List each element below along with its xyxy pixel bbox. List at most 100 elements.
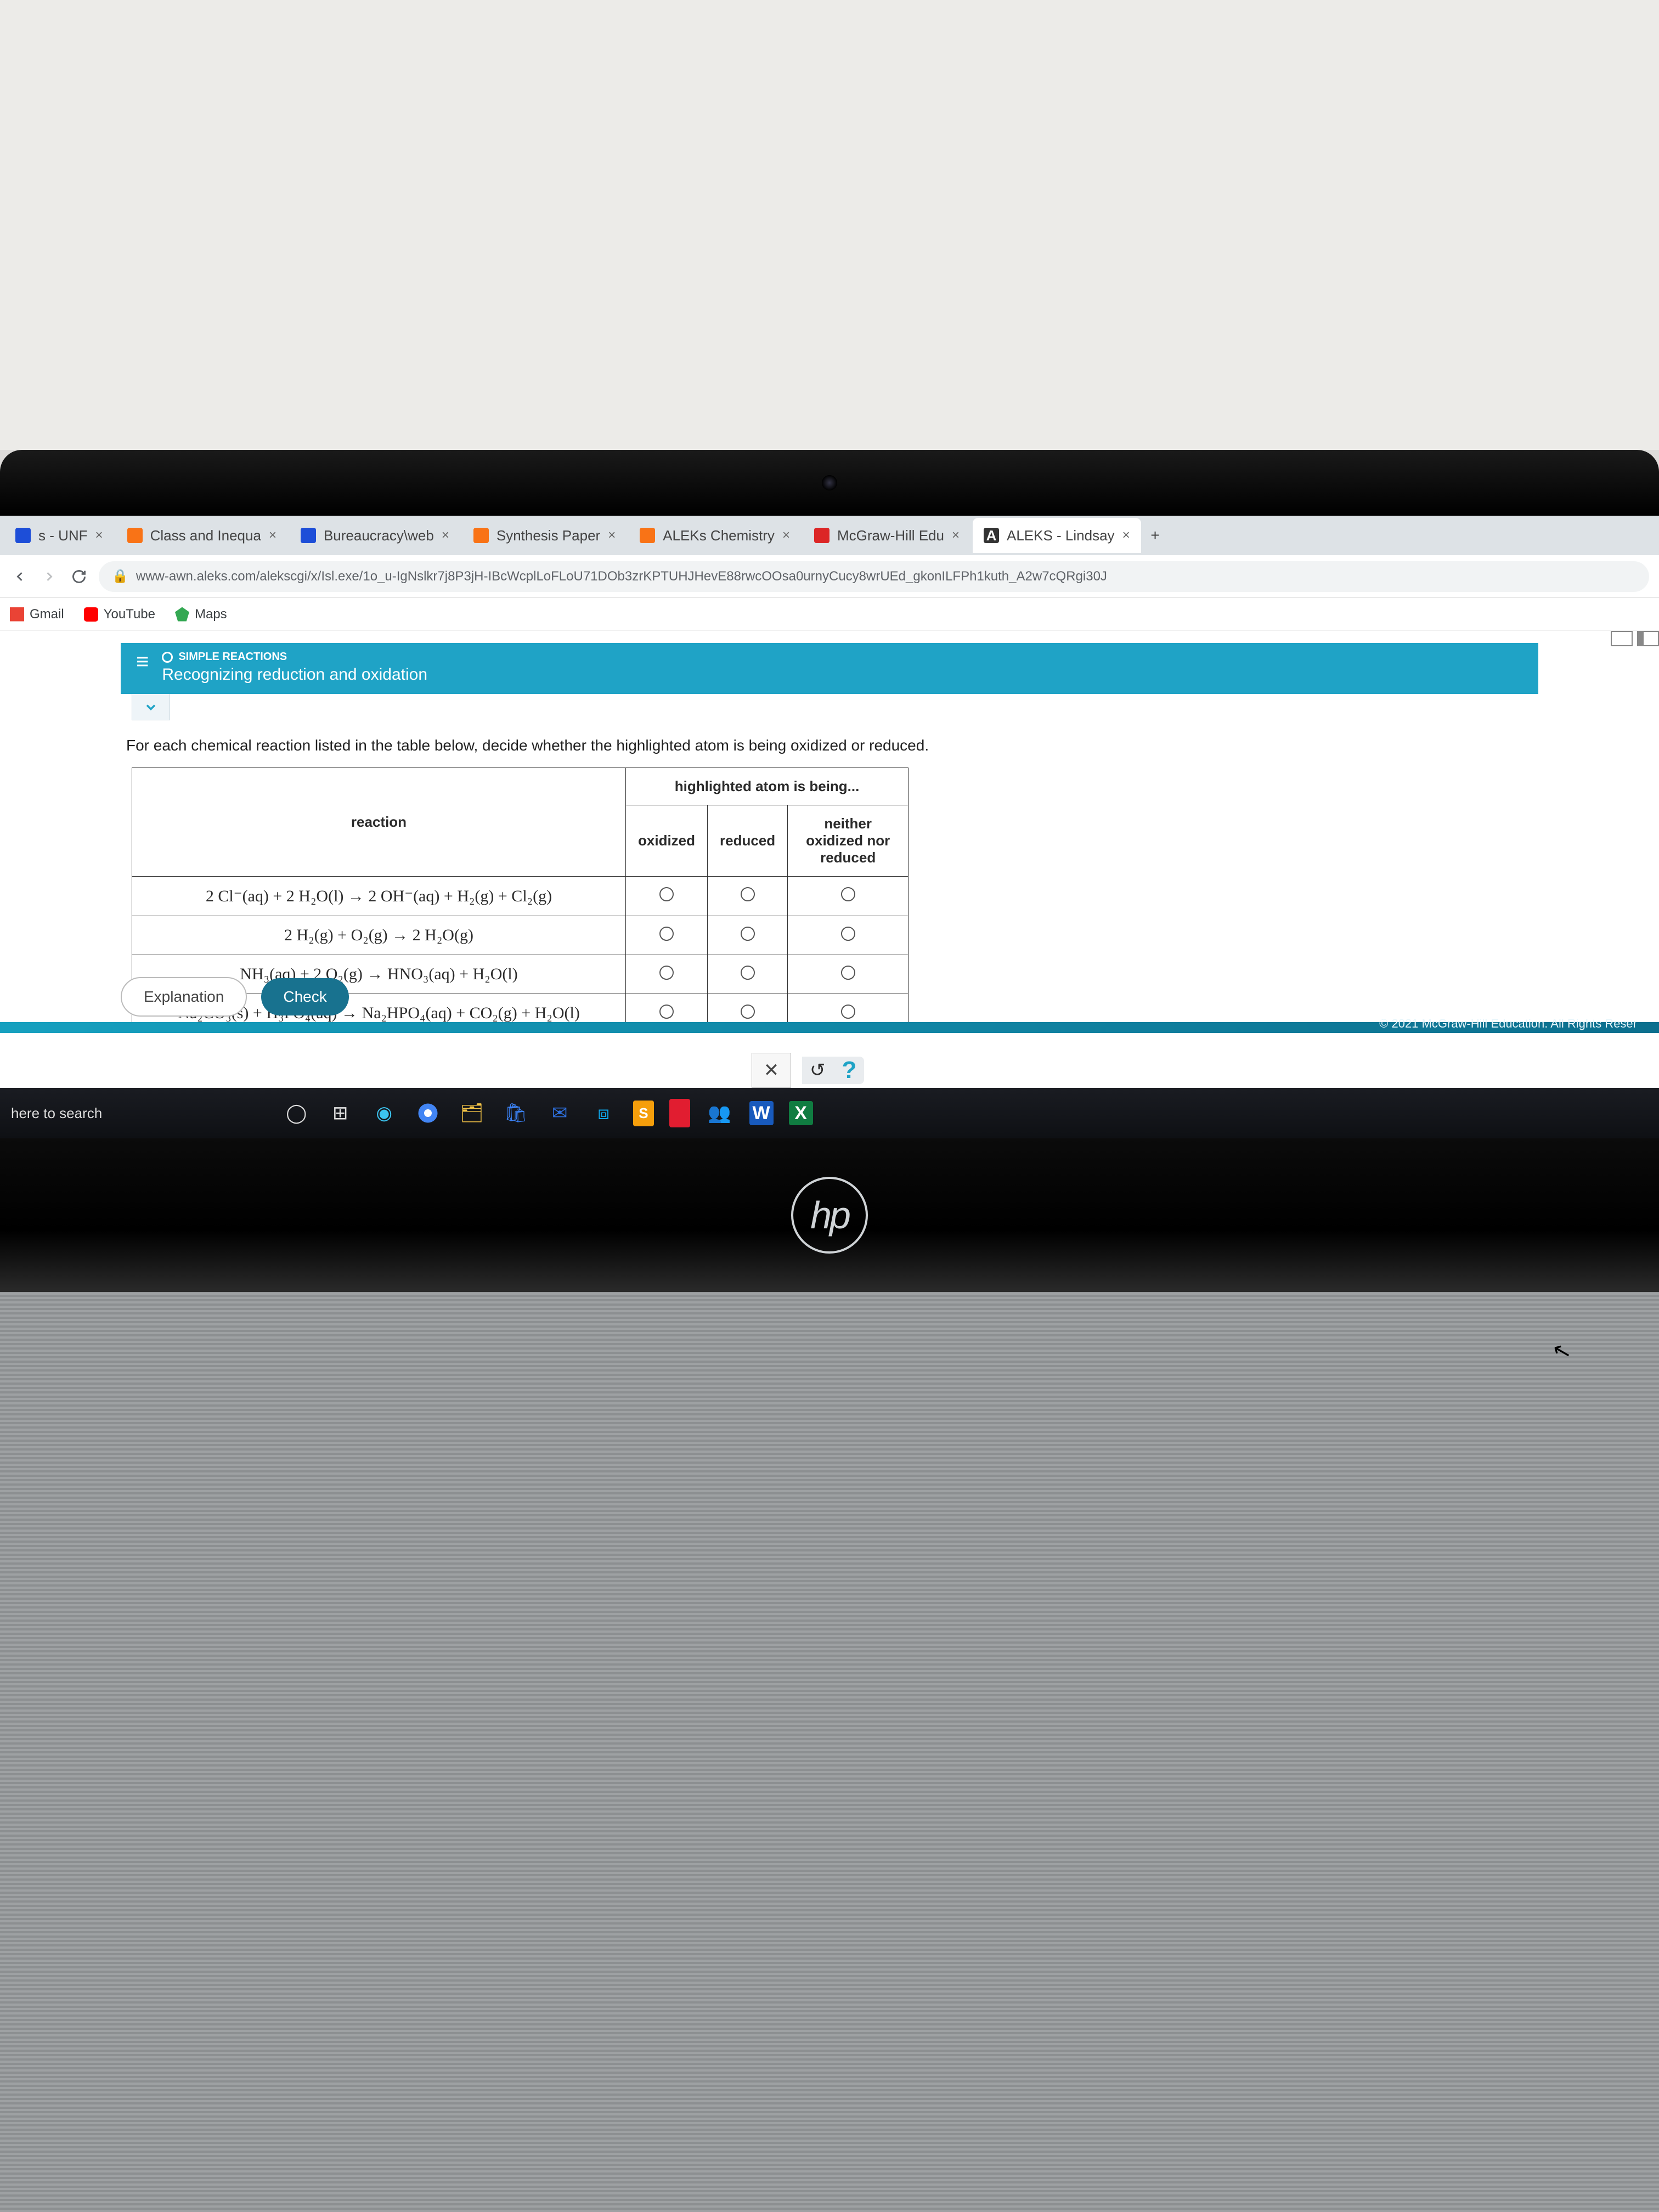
webcam [822,475,837,490]
radio-reduced[interactable] [741,927,755,941]
edge-icon[interactable]: ◉ [370,1099,398,1127]
taskbar-search[interactable]: here to search [11,1105,267,1122]
close-icon[interactable]: × [442,528,449,543]
dropbox-icon[interactable]: ⧈ [589,1099,618,1127]
close-icon[interactable]: × [608,528,616,543]
tab-label: s - UNF [38,527,88,544]
teams-icon[interactable]: 👥 [706,1099,734,1127]
close-icon[interactable]: × [952,528,960,543]
radio-oxidized[interactable] [659,966,674,980]
bookmark-youtube[interactable]: YouTube [84,607,155,622]
radio-neither[interactable] [841,887,855,901]
expand-toggle[interactable] [132,694,170,720]
bookmarks-bar: Gmail YouTube Maps [0,598,1659,631]
tab-bureaucracy[interactable]: Bureaucracy\web × [290,518,460,553]
window-control-icon[interactable] [1637,631,1659,646]
keyboard-deck [0,1292,1659,2212]
file-explorer-icon[interactable]: 🗂 [458,1099,486,1127]
bookmark-maps[interactable]: Maps [175,607,227,622]
gmail-icon [10,607,24,622]
tab-aleks-chemistry[interactable]: ALEKs Chemistry × [629,518,801,553]
radio-reduced[interactable] [741,1005,755,1019]
copyright-text: © 2021 McGraw-Hill Education. All Rights… [1379,1017,1637,1031]
x-icon: ✕ [764,1059,780,1081]
radio-neither[interactable] [841,927,855,941]
tab-label: Bureaucracy\web [324,527,434,544]
close-icon[interactable]: × [782,528,790,543]
tab-class-inequal[interactable]: Class and Inequa × [116,518,287,553]
table-row: 2 Cl⁻(aq) + 2 H₂O(l) → 2 OH⁻(aq) + H₂(g)… [132,877,909,916]
wall-background [0,0,1659,450]
bookmark-gmail[interactable]: Gmail [10,607,64,622]
favicon: A [984,528,999,543]
cortana-icon[interactable]: ◯ [282,1099,311,1127]
radio-reduced[interactable] [741,887,755,901]
tab-label: ALEKS - Lindsay [1007,527,1115,544]
new-tab-button[interactable]: + [1143,527,1167,544]
url-text: www-awn.aleks.com/alekscgi/x/Isl.exe/1o_… [136,569,1107,584]
task-view-icon[interactable]: ⊞ [326,1099,354,1127]
favicon [127,528,143,543]
browser-toolbar: 🔒 www-awn.aleks.com/alekscgi/x/Isl.exe/1… [0,555,1659,598]
youtube-icon [84,607,98,622]
aleks-category: SIMPLE REACTIONS [162,651,427,663]
reload-icon[interactable] [69,567,89,586]
reaction-cell: 2 Cl⁻(aq) + 2 H₂O(l) → 2 OH⁻(aq) + H₂(g)… [132,877,626,916]
tab-aleks-lindsay[interactable]: A ALEKS - Lindsay × [973,518,1141,553]
laptop-bottom-bezel: hp [0,1138,1659,1292]
favicon [473,528,489,543]
bottom-actions: Explanation Check [121,977,349,1017]
question-prompt: For each chemical reaction listed in the… [121,720,1538,768]
radio-neither[interactable] [841,966,855,980]
back-icon[interactable] [10,567,30,586]
maps-icon [175,607,189,622]
tab-unf[interactable]: s - UNF × [4,518,114,553]
close-icon[interactable]: × [95,528,103,543]
help-button[interactable]: ? [842,1057,857,1084]
app-icon[interactable]: S [633,1101,653,1126]
col-oxidized: oxidized [626,805,708,877]
windows-taskbar: here to search ◯ ⊞ ◉ 🗂 🛍 ✉ ⧈ S 👥 W X [0,1088,1659,1138]
category-label: SIMPLE REACTIONS [178,651,287,663]
radio-oxidized[interactable] [659,1005,674,1019]
lock-icon: 🔒 [112,568,128,584]
mail-icon[interactable]: ✉ [545,1099,574,1127]
tab-label: Synthesis Paper [496,527,600,544]
clear-button[interactable]: ✕ [752,1053,791,1088]
favicon [814,528,830,543]
forward-icon[interactable] [40,567,59,586]
browser-tabstrip: s - UNF × Class and Inequa × Bureaucracy… [0,516,1659,555]
col-neither: neither oxidized nor reduced [788,805,909,877]
window-control-icon[interactable] [1611,631,1633,646]
tab-synthesis-paper[interactable]: Synthesis Paper × [462,518,627,553]
menu-icon[interactable]: ≡ [136,651,149,673]
reset-button[interactable]: ↺ [810,1059,826,1081]
address-bar[interactable]: 🔒 www-awn.aleks.com/alekscgi/x/Isl.exe/1… [99,561,1649,592]
bookmark-label: Maps [195,607,227,622]
close-icon[interactable]: × [1122,528,1130,543]
col-group: highlighted atom is being... [626,768,909,805]
chrome-icon[interactable] [414,1099,442,1127]
reaction-cell: 2 H₂(g) + O₂(g) → 2 H₂O(g) [132,916,626,955]
category-bullet-icon [162,652,173,663]
aleks-header: ≡ SIMPLE REACTIONS Recognizing reduction… [121,643,1538,694]
bookmark-label: Gmail [30,607,64,622]
tab-mcgraw-hill[interactable]: McGraw-Hill Edu × [803,518,970,553]
store-icon[interactable]: 🛍 [501,1099,530,1127]
laptop-top-bezel [0,450,1659,516]
tab-label: ALEKs Chemistry [663,527,775,544]
tab-label: Class and Inequa [150,527,261,544]
mcafee-icon[interactable] [669,1099,690,1127]
radio-oxidized[interactable] [659,887,674,901]
radio-reduced[interactable] [741,966,755,980]
radio-oxidized[interactable] [659,927,674,941]
close-icon[interactable]: × [269,528,276,543]
word-icon[interactable]: W [749,1101,774,1125]
excel-icon[interactable]: X [789,1101,813,1125]
explanation-button[interactable]: Explanation [121,977,247,1017]
check-button[interactable]: Check [261,978,348,1015]
radio-neither[interactable] [841,1005,855,1019]
bookmark-label: YouTube [104,607,155,622]
aleks-page: ≡ SIMPLE REACTIONS Recognizing reduction… [0,631,1659,1088]
favicon [15,528,31,543]
